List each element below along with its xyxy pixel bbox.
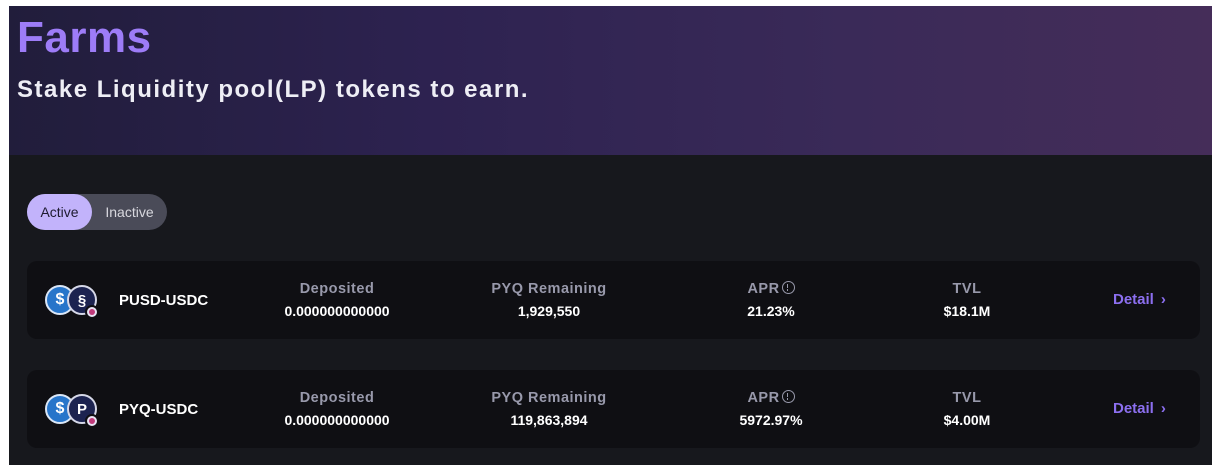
tvl-label: TVL bbox=[952, 390, 982, 406]
remaining-column: PYQ Remaining 119,863,894 bbox=[449, 389, 649, 429]
deposited-label: Deposited bbox=[299, 390, 375, 406]
farm-pair: $ § PUSD-USDC bbox=[45, 281, 208, 319]
apr-column: APR 21.23% bbox=[671, 280, 871, 320]
chevron-right-icon: › bbox=[1160, 291, 1166, 308]
page-title: Farms bbox=[17, 13, 152, 62]
chevron-right-icon: › bbox=[1160, 400, 1166, 417]
tvl-column: TVL $18.1M bbox=[867, 280, 1067, 320]
farm-pair-name: PYQ-USDC bbox=[119, 400, 199, 418]
remaining-label: PYQ Remaining bbox=[491, 281, 607, 297]
farm-pair: $ P PYQ-USDC bbox=[45, 390, 198, 428]
remaining-value: 1,929,550 bbox=[517, 303, 581, 319]
farm-row[interactable]: $ P PYQ-USDC Deposited 0.000000000000 PY… bbox=[27, 370, 1200, 448]
deposited-column: Deposited 0.000000000000 bbox=[237, 280, 437, 320]
deposited-column: Deposited 0.000000000000 bbox=[237, 389, 437, 429]
page-header: Farms Stake Liquidity pool(LP) tokens to… bbox=[9, 6, 1212, 155]
remaining-value: 119,863,894 bbox=[510, 412, 588, 428]
tvl-label: TVL bbox=[952, 281, 982, 297]
deposited-value: 0.000000000000 bbox=[284, 303, 390, 319]
detail-button[interactable]: Detail › bbox=[1113, 400, 1166, 417]
detail-label: Detail bbox=[1113, 400, 1154, 417]
tvl-column: TVL $4.00M bbox=[867, 389, 1067, 429]
tvl-value: $18.1M bbox=[943, 303, 991, 319]
deposited-value: 0.000000000000 bbox=[284, 412, 390, 428]
apr-label: APR bbox=[747, 281, 780, 297]
apr-value: 5972.97% bbox=[739, 412, 803, 428]
toggle-active-button[interactable]: Active bbox=[27, 194, 92, 230]
remaining-column: PYQ Remaining 1,929,550 bbox=[449, 280, 649, 320]
tvl-value: $4.00M bbox=[943, 412, 991, 428]
apr-label: APR bbox=[747, 390, 780, 406]
badge-icon bbox=[85, 305, 99, 319]
info-icon[interactable] bbox=[781, 281, 795, 294]
detail-label: Detail bbox=[1113, 291, 1154, 308]
apr-label-wrap: APR bbox=[671, 389, 871, 407]
farms-page: Farms Stake Liquidity pool(LP) tokens to… bbox=[9, 6, 1212, 465]
toggle-inactive-button[interactable]: Inactive bbox=[92, 194, 167, 230]
farm-pair-name: PUSD-USDC bbox=[119, 291, 209, 309]
info-icon[interactable] bbox=[781, 390, 795, 403]
apr-column: APR 5972.97% bbox=[671, 389, 871, 429]
detail-button[interactable]: Detail › bbox=[1113, 291, 1166, 308]
remaining-label: PYQ Remaining bbox=[491, 390, 607, 406]
apr-value: 21.23% bbox=[747, 303, 795, 319]
status-toggle: Active Inactive bbox=[27, 194, 167, 230]
deposited-label: Deposited bbox=[299, 281, 375, 297]
farm-row[interactable]: $ § PUSD-USDC Deposited 0.000000000000 P… bbox=[27, 261, 1200, 339]
badge-icon bbox=[85, 414, 99, 428]
apr-label-wrap: APR bbox=[671, 280, 871, 298]
page-subtitle: Stake Liquidity pool(LP) tokens to earn. bbox=[17, 76, 530, 103]
